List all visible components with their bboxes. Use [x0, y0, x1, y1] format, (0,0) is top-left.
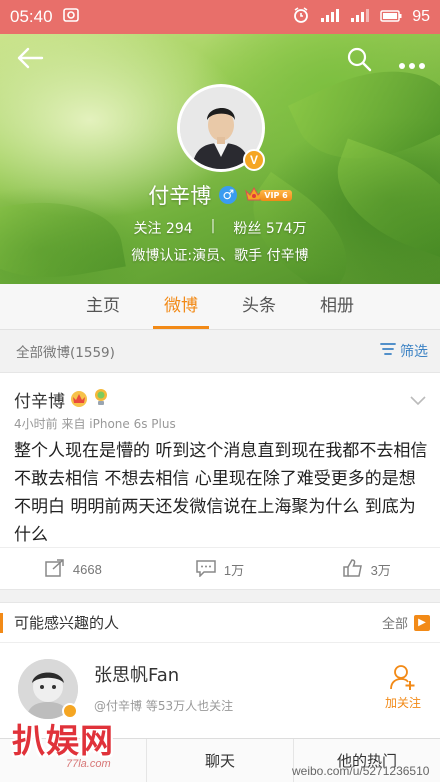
- repost-button[interactable]: 4668: [0, 559, 147, 580]
- thumbs-up-icon: [342, 559, 363, 580]
- comment-count: 1万: [223, 563, 245, 578]
- post-card[interactable]: 付辛博 4小时前 来自 iPhone 6s Plus 整个人现在是懵的 听到这个…: [0, 372, 440, 590]
- suggestions-all-button[interactable]: 全部 ▶: [382, 613, 430, 632]
- vip-label: VIP 6: [260, 189, 292, 201]
- signal-icon: [320, 7, 340, 28]
- chevron-down-icon[interactable]: [410, 391, 426, 406]
- search-icon[interactable]: [346, 46, 372, 72]
- lightbulb-icon: [93, 388, 109, 412]
- watermark-logo: 扒娱网 77la.com: [6, 708, 138, 778]
- post-meta: 4小时前 来自 iPhone 6s Plus: [14, 417, 176, 431]
- all-posts-label[interactable]: 全部微博(1559): [16, 341, 115, 361]
- following-count: 294: [165, 221, 193, 237]
- status-bar: 05:40 95: [0, 0, 440, 34]
- stats-divider: |: [210, 218, 216, 234]
- watermark-logo-text: 扒娱网: [12, 721, 114, 760]
- crown-icon: [69, 389, 89, 411]
- battery-level: 95: [412, 8, 430, 25]
- filter-button[interactable]: 筛选: [380, 341, 428, 361]
- signal-icon-2: [350, 7, 370, 28]
- post-text: 整个人现在是懵的 听到这个消息直到现在我都不去相信 不敢去相信 不想去相信 心里…: [14, 441, 428, 545]
- chevron-right-icon: ▶: [414, 614, 430, 631]
- stats-row: 关注 294 | 粉丝 574万: [0, 218, 440, 238]
- more-icon[interactable]: [398, 55, 426, 69]
- filter-icon: [380, 342, 396, 360]
- gallery-icon: [62, 7, 79, 27]
- follow-button[interactable]: 加关注: [380, 663, 426, 711]
- profile-name: 付辛博: [148, 184, 212, 208]
- following-label: 关注: [133, 221, 162, 237]
- like-count: 3万: [370, 563, 391, 578]
- follow-label: 加关注: [384, 696, 421, 710]
- filter-bar: 全部微博(1559) 筛选: [0, 330, 440, 372]
- post-actions: 4668 1万 3万: [0, 547, 440, 591]
- tab-headlines[interactable]: 头条: [220, 284, 298, 329]
- fans-label: 粉丝: [233, 221, 262, 237]
- watermark-url: weibo.com/u/5271236510: [292, 764, 430, 778]
- suggestions-title: 可能感兴趣的人: [14, 614, 120, 632]
- verification-text: 微博认证:演员、歌手 付辛博: [131, 248, 309, 264]
- alarm-icon: [292, 6, 310, 29]
- tab-home[interactable]: 主页: [64, 284, 142, 329]
- back-icon[interactable]: [16, 44, 44, 72]
- suggested-user-name[interactable]: 张思帆Fan: [94, 661, 179, 687]
- vip-badge[interactable]: VIP 6: [245, 183, 292, 207]
- following-stat[interactable]: 关注 294: [133, 218, 192, 238]
- repost-icon: [45, 559, 65, 580]
- verified-badge: V: [243, 149, 265, 171]
- fans-count: 574万: [265, 221, 307, 237]
- like-button[interactable]: 3万: [293, 559, 440, 580]
- male-icon: ♂: [219, 186, 238, 204]
- comment-button[interactable]: 1万: [147, 559, 294, 580]
- profile-name-row: 付辛博 ♂ VIP 6: [0, 180, 440, 210]
- suggestions-all-label: 全部: [381, 617, 408, 632]
- tab-weibo[interactable]: 微博: [142, 284, 220, 329]
- suggestions-header: 可能感兴趣的人 全部 ▶: [0, 603, 440, 643]
- repost-count: 4668: [72, 562, 102, 577]
- tab-album[interactable]: 相册: [298, 284, 376, 329]
- status-time: 05:40: [10, 7, 53, 26]
- post-author[interactable]: 付辛博: [14, 387, 65, 412]
- add-user-icon: [389, 665, 417, 694]
- profile-tabs: 主页 微博 头条 相册: [0, 284, 440, 330]
- fans-stat[interactable]: 粉丝 574万: [233, 218, 306, 238]
- battery-icon: [380, 7, 402, 27]
- comment-icon: [196, 559, 216, 580]
- filter-label: 筛选: [400, 344, 428, 360]
- watermark-logo-sub: 77la.com: [66, 758, 111, 770]
- chat-button[interactable]: 聊天: [147, 739, 294, 782]
- post-header: 付辛博: [14, 387, 109, 412]
